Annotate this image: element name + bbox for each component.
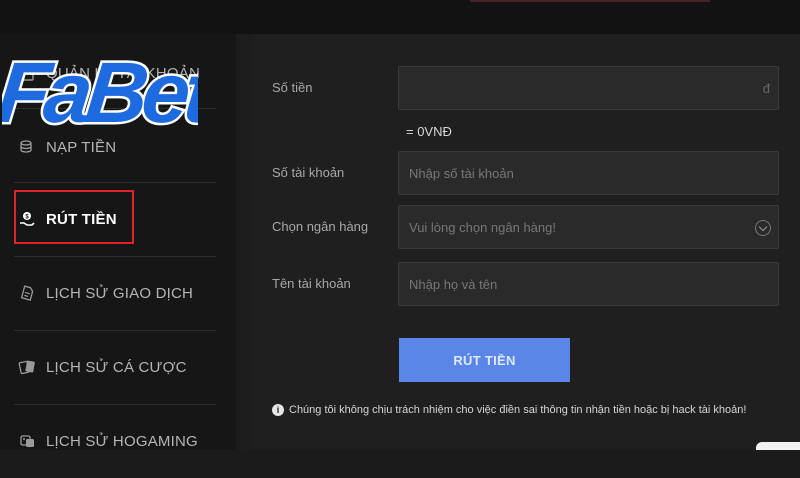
amount-field[interactable]: đ	[398, 66, 779, 110]
withdraw-form: Số tiền đ = 0VNĐ Số tài khoản Chọn ngân …	[252, 34, 800, 450]
dice-icon	[20, 435, 34, 447]
bank-select-placeholder: Vui lòng chọn ngân hàng!	[409, 219, 556, 235]
svg-text:FaBet: FaBet	[2, 45, 198, 136]
account-name-input[interactable]	[399, 263, 778, 305]
corner-panel	[756, 442, 800, 450]
sidebar-item-bet-history[interactable]: LỊCH SỬ CÁ CƯỢC	[14, 330, 216, 404]
conversion-text: = 0VNĐ	[406, 124, 452, 139]
top-accent-line	[470, 0, 710, 2]
sidebar-item-transactions[interactable]: LỊCH SỬ GIAO DỊCH	[14, 256, 216, 330]
account-name-field[interactable]	[398, 262, 779, 306]
bank-select[interactable]: Vui lòng chọn ngân hàng!	[398, 205, 779, 249]
disclaimer: i Chúng tôi không chịu trách nhiệm cho v…	[272, 404, 746, 416]
sidebar-item-label: LỊCH SỬ GIAO DỊCH	[46, 284, 194, 302]
active-item-highlight	[14, 190, 134, 244]
disclaimer-text: Chúng tôi không chịu trách nhiệm cho việ…	[289, 404, 747, 416]
withdraw-submit-button[interactable]: RÚT TIỀN	[399, 338, 570, 382]
fabet-logo: FaBet	[2, 43, 198, 136]
transaction-history-icon	[20, 285, 34, 301]
account-number-label: Số tài khoản	[272, 165, 345, 180]
sidebar-item-label: LỊCH SỬ CÁ CƯỢC	[46, 358, 187, 376]
currency-suffix: đ	[762, 81, 770, 96]
info-icon: i	[272, 404, 284, 416]
account-name-label: Tên tài khoản	[272, 276, 351, 291]
sidebar-item-hogaming[interactable]: LỊCH SỬ HOGAMING	[14, 404, 216, 478]
account-number-input[interactable]	[399, 152, 778, 194]
chevron-down-icon[interactable]	[755, 220, 771, 236]
top-bar	[0, 0, 800, 34]
sidebar-item-label: NẠP TIỀN	[46, 138, 117, 156]
amount-label: Số tiền	[272, 80, 313, 95]
gutter	[236, 34, 252, 450]
bank-label: Chọn ngân hàng	[272, 219, 369, 234]
coin-stack-icon	[20, 140, 32, 153]
amount-input[interactable]	[399, 67, 778, 109]
sidebar-item-label: LỊCH SỬ HOGAMING	[46, 432, 198, 450]
account-number-field[interactable]	[398, 151, 779, 195]
cards-icon	[18, 360, 35, 375]
